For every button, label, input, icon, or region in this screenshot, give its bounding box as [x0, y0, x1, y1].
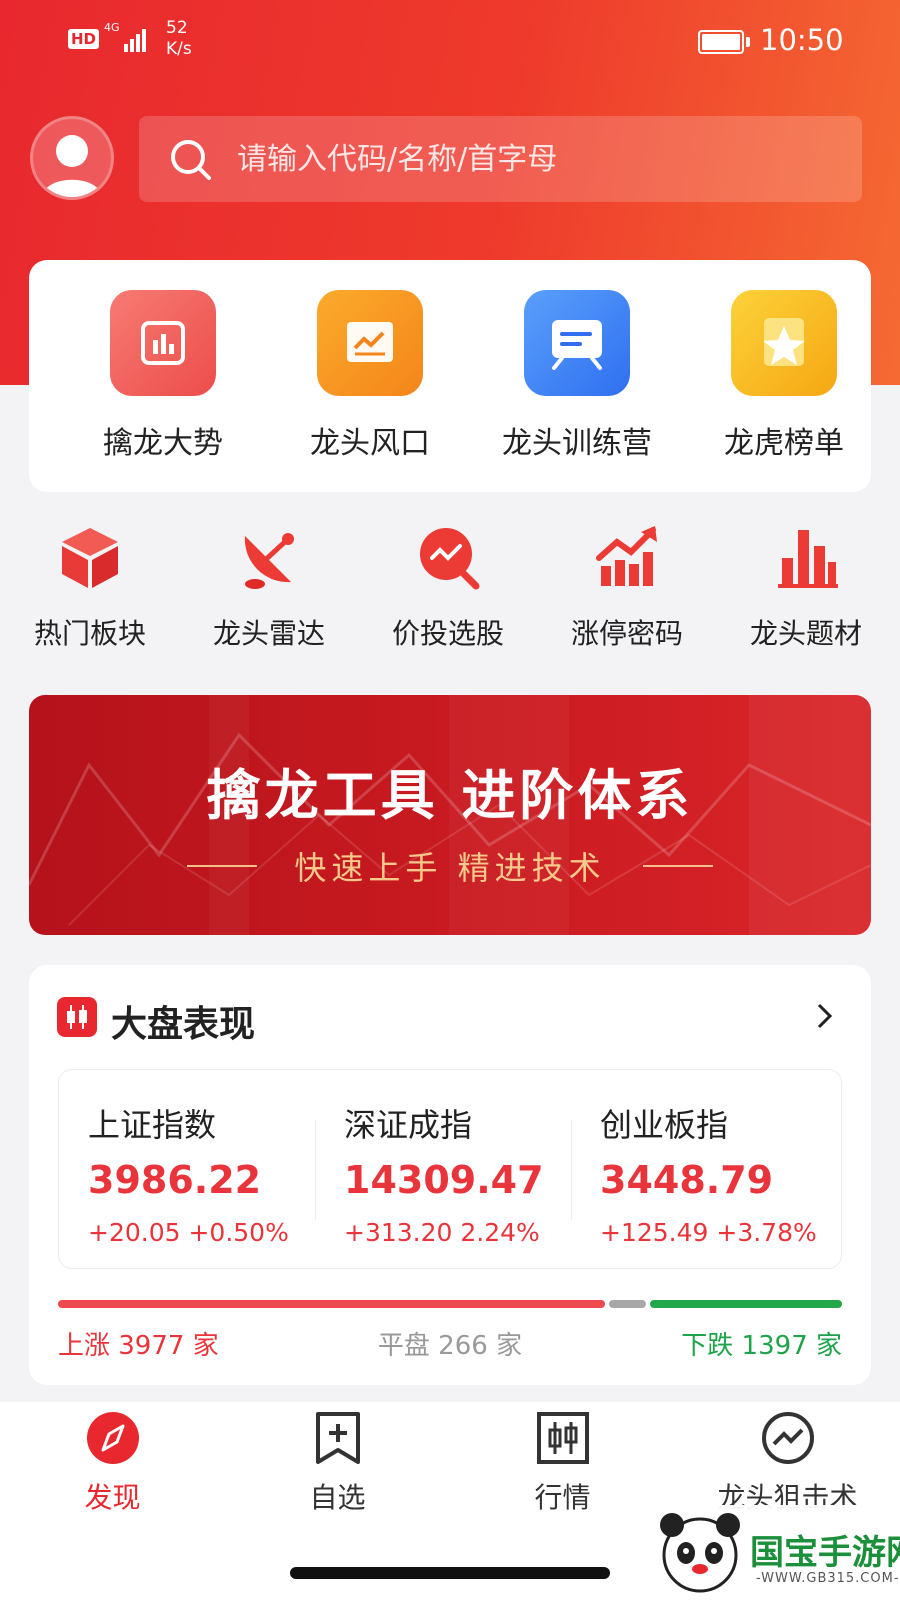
tool-label: 龙头雷达: [212, 617, 325, 650]
clock: 10:50: [760, 23, 844, 57]
promo-banner[interactable]: 擒龙工具 进阶体系 快速上手 精进技术: [29, 695, 871, 935]
trend-circle-icon: [761, 1412, 814, 1464]
search-bar[interactable]: [139, 116, 862, 202]
bars-icon: [778, 530, 838, 588]
market-breadth-bar: [58, 1300, 842, 1308]
feature-item-qinlong-trend[interactable]: 擒龙大势: [63, 290, 263, 462]
panda-logo-icon: [660, 1513, 740, 1593]
feature-item-dragon-tiger-list[interactable]: 龙虎榜单: [684, 290, 884, 462]
tool-item-limit-up-code[interactable]: 涨停密码: [552, 522, 702, 652]
index-name: 深证成指: [344, 1106, 473, 1144]
index-change: +313.20 2.24%: [344, 1218, 540, 1247]
candlestick-badge-icon: [57, 997, 97, 1037]
cube-icon: [62, 528, 118, 588]
nav-item-watchlist[interactable]: 自选: [225, 1410, 450, 1516]
watermark-url: -WWW.GB315.COM-: [756, 1571, 900, 1586]
signal-icon: [124, 26, 152, 52]
search-icon: [171, 140, 211, 180]
magnifier-chart-icon: [420, 528, 480, 590]
chevron-right-icon[interactable]: [809, 1001, 839, 1031]
bar-chart-icon: [110, 290, 216, 396]
battery-icon: [698, 30, 744, 54]
site-watermark: 国宝手游网 -WWW.GB315.COM-: [648, 1505, 900, 1600]
breadth-up-segment: [58, 1300, 606, 1308]
candlestick-icon: [536, 1412, 589, 1464]
banner-divider-right: [643, 865, 713, 867]
index-value: 3986.22: [88, 1158, 262, 1202]
index-separator: [315, 1120, 316, 1220]
feature-label: 擒龙大势: [103, 426, 223, 461]
line-chart-icon: [317, 290, 423, 396]
tool-item-value-stock-pick[interactable]: 价投选股: [373, 522, 523, 652]
home-indicator[interactable]: [290, 1567, 610, 1579]
breadth-down-segment: [649, 1300, 842, 1308]
rising-chart-icon: [596, 526, 657, 586]
index-value: 3448.79: [600, 1158, 774, 1202]
index-name: 上证指数: [88, 1106, 217, 1144]
feature-label: 龙虎榜单: [724, 426, 844, 461]
nav-item-discover[interactable]: 发现: [0, 1410, 225, 1516]
watermark-text: 国宝手游网: [750, 1533, 900, 1573]
index-change: +125.49 +3.78%: [600, 1218, 817, 1247]
search-input[interactable]: [237, 130, 837, 188]
nav-item-quotes[interactable]: 行情: [450, 1410, 675, 1516]
feature-label: 龙头训练营: [502, 426, 652, 461]
tool-label: 龙头题材: [749, 617, 862, 650]
tool-label: 涨停密码: [570, 617, 683, 650]
index-separator: [571, 1120, 572, 1220]
market-overview-card: 大盘表现 上证指数 3986.22 +20.05 +0.50% 深证成指 143…: [29, 965, 871, 1385]
feature-item-leader-wind[interactable]: 龙头风口: [270, 290, 470, 462]
battery-tip: [746, 37, 750, 47]
tool-item-hot-sectors[interactable]: 热门板块: [15, 522, 165, 652]
star-badge-icon: [731, 290, 837, 396]
index-panel: 上证指数 3986.22 +20.05 +0.50% 深证成指 14309.47…: [58, 1069, 842, 1269]
index-change: +20.05 +0.50%: [88, 1218, 289, 1247]
network-type: 4G: [104, 21, 120, 34]
nav-item-leader-sniper[interactable]: 龙头狙击术: [675, 1410, 900, 1516]
board-icon: [524, 290, 630, 396]
radar-dish-icon: [244, 533, 294, 589]
feature-item-training-camp[interactable]: 龙头训练营: [477, 290, 677, 462]
nav-label: 行情: [534, 1481, 591, 1514]
index-value: 14309.47: [344, 1158, 544, 1202]
breadth-down-text: 下跌 1397 家: [681, 1331, 842, 1361]
market-title: 大盘表现: [111, 1004, 256, 1045]
nav-label: 发现: [84, 1481, 141, 1514]
breadth-flat-segment: [609, 1300, 646, 1308]
network-speed: 52 K/s: [166, 18, 192, 59]
bookmark-plus-icon: [315, 1412, 360, 1464]
feature-card: 擒龙大势 龙头风口 龙头训练营 龙虎榜单: [29, 260, 871, 492]
tool-item-leader-radar[interactable]: 龙头雷达: [194, 522, 344, 652]
tool-label: 价投选股: [391, 617, 504, 650]
tool-label: 热门板块: [33, 617, 146, 650]
nav-label: 自选: [309, 1481, 366, 1514]
tool-item-leader-themes[interactable]: 龙头题材: [731, 522, 881, 652]
banner-title: 擒龙工具 进阶体系: [206, 764, 694, 827]
hd-indicator: HD: [68, 29, 100, 49]
index-name: 创业板指: [600, 1106, 729, 1144]
feature-label: 龙头风口: [310, 426, 430, 461]
banner-subtitle: 快速上手 精进技术: [294, 849, 606, 887]
compass-icon: [86, 1412, 139, 1464]
status-bar: HD 4G 52 K/s 10:50: [0, 0, 900, 84]
avatar[interactable]: [30, 116, 114, 200]
